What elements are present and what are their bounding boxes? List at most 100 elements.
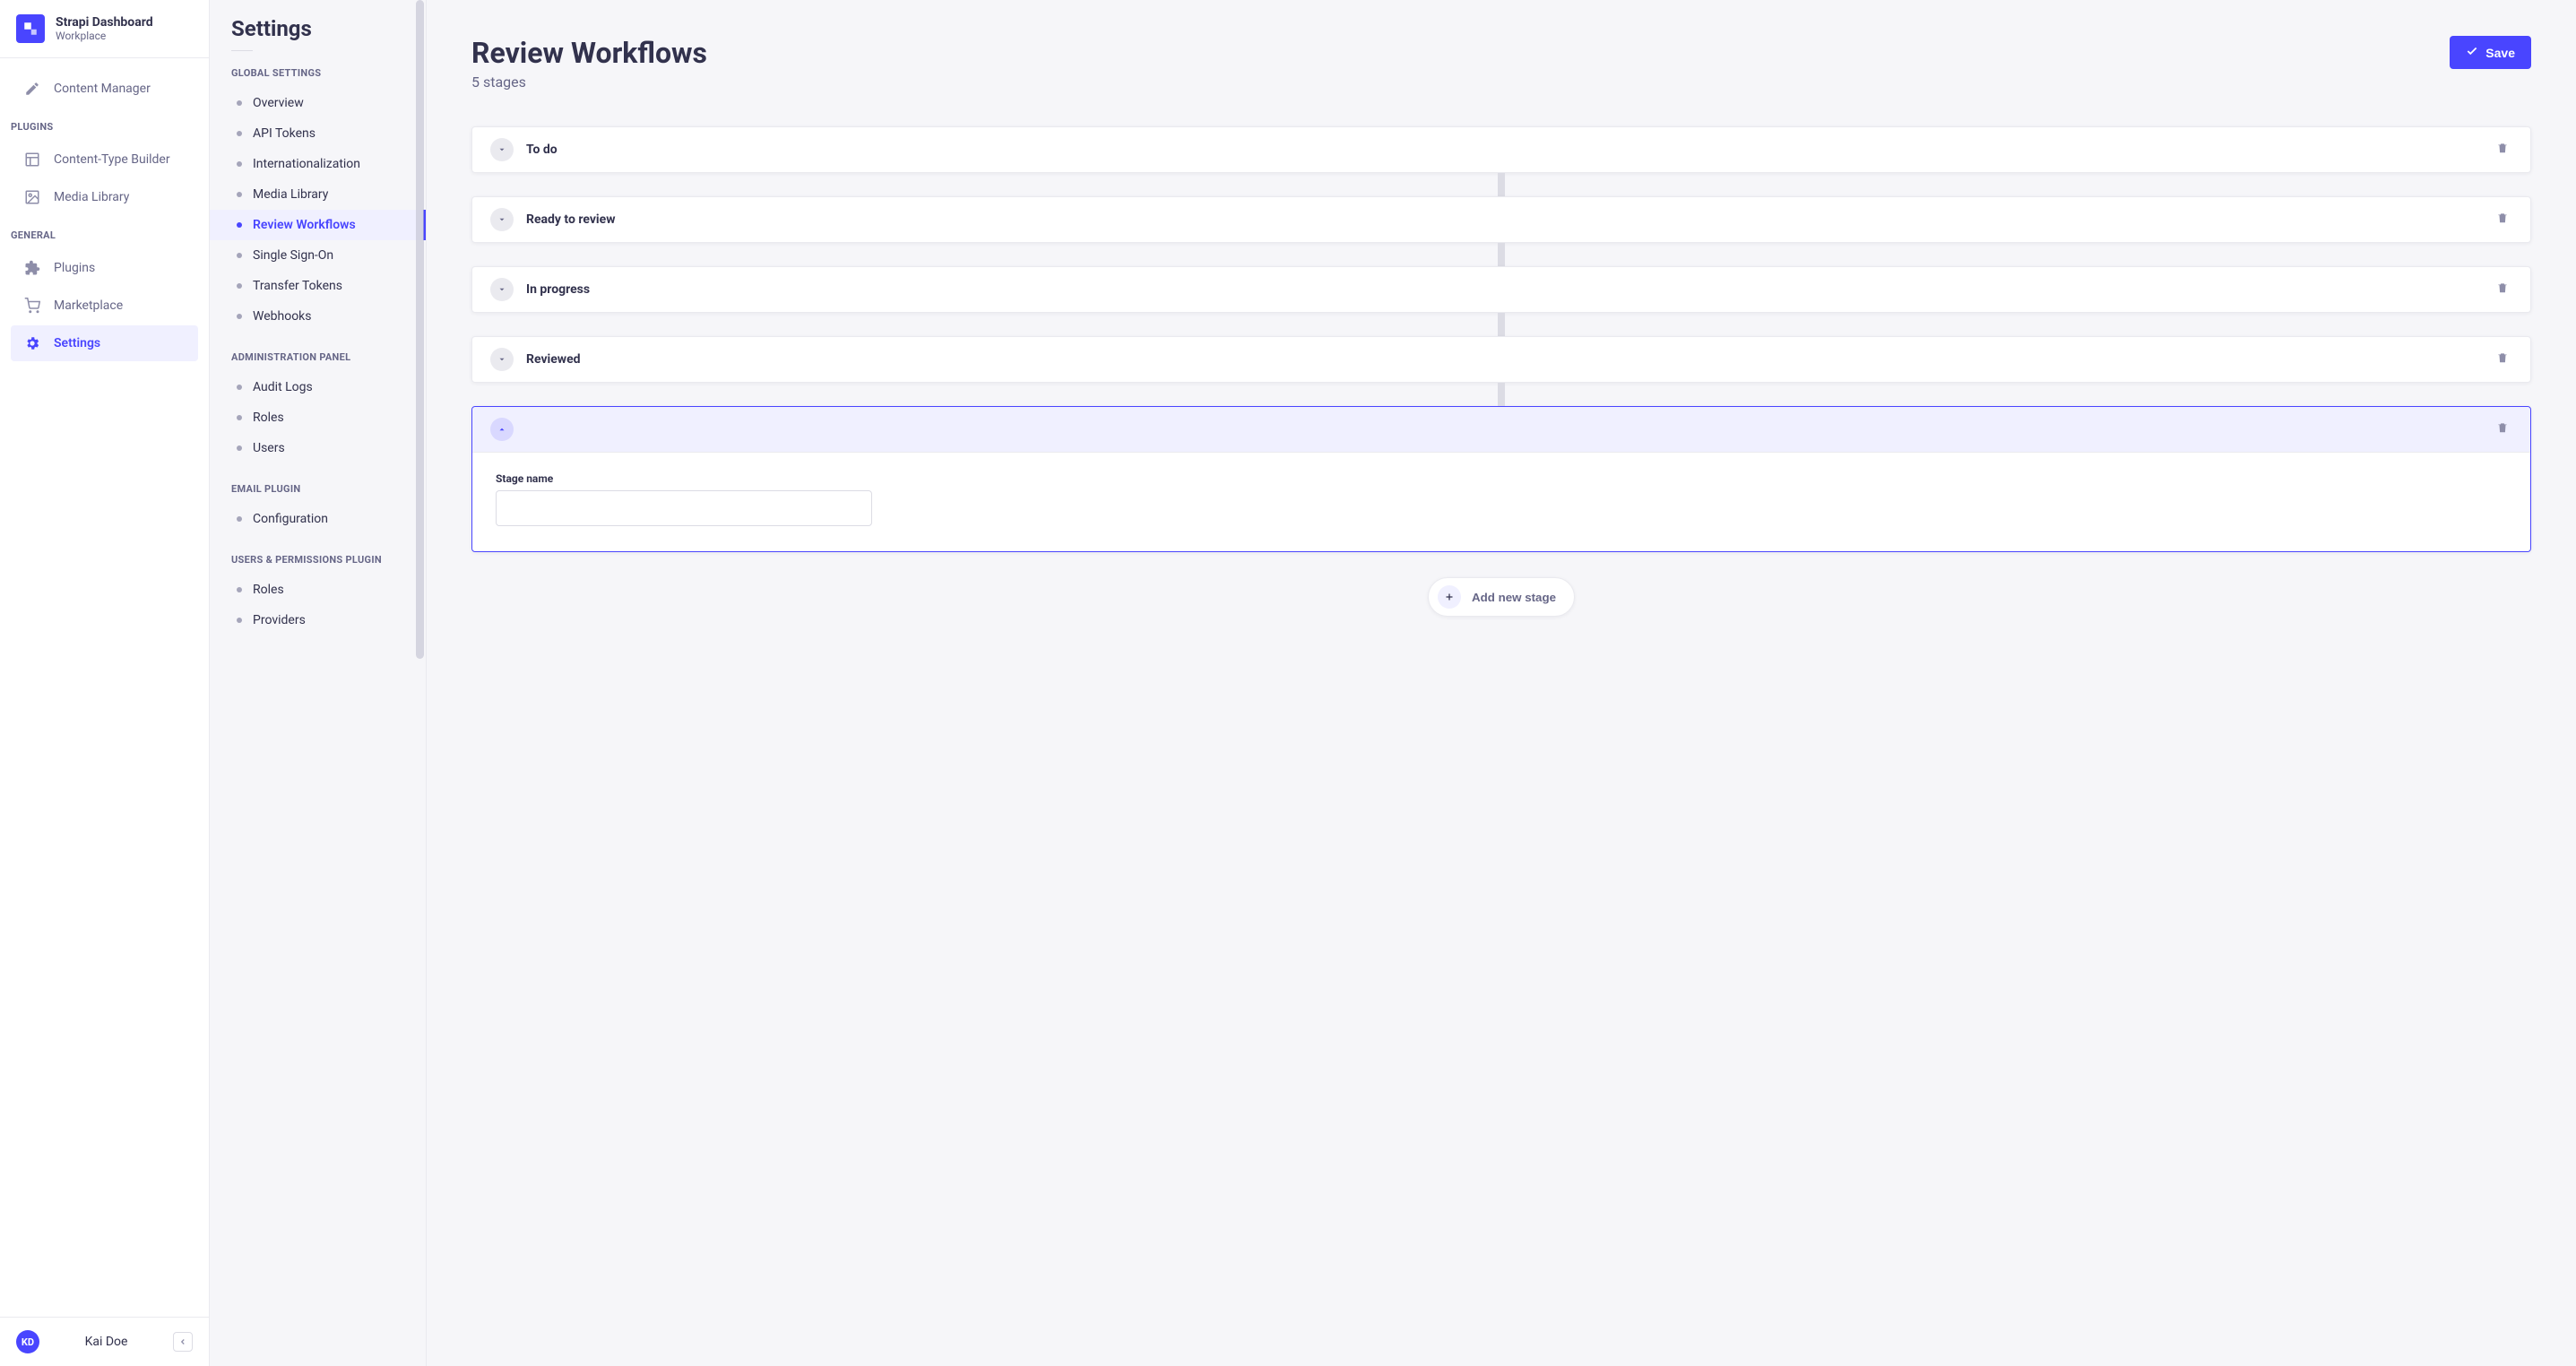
add-stage-button[interactable]: Add new stage [1428, 577, 1575, 617]
stage-card: Reviewed [471, 336, 2531, 383]
bullet-icon [237, 618, 242, 623]
brand-title: Strapi Dashboard [56, 15, 153, 30]
stage-delete-button[interactable] [2493, 418, 2512, 441]
subnav-item-label: API Tokens [253, 126, 316, 141]
subnav-item-api-tokens[interactable]: API Tokens [210, 118, 426, 149]
subnav-item-roles[interactable]: Roles [210, 575, 426, 605]
bullet-icon [237, 516, 242, 522]
user-name: Kai Doe [52, 1335, 160, 1349]
add-stage-label: Add new stage [1472, 591, 1556, 604]
nav-content-manager[interactable]: Content Manager [11, 71, 198, 107]
stage-name-label: To do [526, 143, 2480, 157]
subnav-item-transfer-tokens[interactable]: Transfer Tokens [210, 271, 426, 301]
plus-icon [1438, 585, 1461, 609]
page-title: Review Workflows [471, 36, 707, 70]
section-plugins-label: PLUGINS [0, 108, 209, 140]
subnav-item-users[interactable]: Users [210, 433, 426, 463]
subnav-group-label: ADMINISTRATION PANEL [210, 351, 426, 372]
stage-name-label: In progress [526, 282, 2480, 297]
stage-card: To do [471, 126, 2531, 173]
stage-collapse-toggle[interactable] [490, 418, 514, 441]
save-button-label: Save [2485, 46, 2515, 60]
puzzle-icon [23, 259, 41, 277]
subnav-item-providers[interactable]: Providers [210, 605, 426, 635]
bullet-icon [237, 131, 242, 136]
scrollbar[interactable] [416, 0, 424, 1366]
stage-delete-button[interactable] [2493, 278, 2512, 301]
check-icon [2466, 45, 2478, 60]
subnav-group-label: EMAIL PLUGIN [210, 483, 426, 504]
subnav-item-webhooks[interactable]: Webhooks [210, 301, 426, 332]
subnav-item-label: Overview [253, 96, 304, 110]
subnav-group-label: USERS & PERMISSIONS PLUGIN [210, 554, 426, 575]
collapse-sidebar-button[interactable] [173, 1332, 193, 1352]
subnav-item-single-sign-on[interactable]: Single Sign-On [210, 240, 426, 271]
stage-expand-toggle[interactable] [490, 278, 514, 301]
save-button[interactable]: Save [2450, 36, 2531, 69]
subnav-title: Settings [210, 0, 426, 50]
subnav-item-label: Users [253, 441, 285, 455]
subnav-item-internationalization[interactable]: Internationalization [210, 149, 426, 179]
subnav-item-review-workflows[interactable]: Review Workflows [210, 210, 426, 240]
subnav-item-label: Audit Logs [253, 380, 313, 394]
subnav-item-audit-logs[interactable]: Audit Logs [210, 372, 426, 402]
subnav-item-overview[interactable]: Overview [210, 88, 426, 118]
stage-expand-toggle[interactable] [490, 208, 514, 231]
bullet-icon [237, 587, 242, 592]
subnav-item-label: Internationalization [253, 157, 360, 171]
subnav-item-label: Webhooks [253, 309, 312, 324]
nav-marketplace[interactable]: Marketplace [11, 288, 198, 324]
subnav-item-label: Providers [253, 613, 306, 627]
nav-media-library[interactable]: Media Library [11, 179, 198, 215]
subnav-item-configuration[interactable]: Configuration [210, 504, 426, 534]
stage-card-new: Stage name [471, 406, 2531, 552]
cart-icon [23, 297, 41, 315]
subnav-item-roles[interactable]: Roles [210, 402, 426, 433]
stage-card: In progress [471, 266, 2531, 313]
stage-expand-toggle[interactable] [490, 138, 514, 161]
bullet-icon [237, 100, 242, 106]
nav-plugins[interactable]: Plugins [11, 250, 198, 286]
divider [231, 50, 253, 51]
brand-logo [16, 14, 45, 43]
stage-connector [1498, 243, 1505, 266]
subnav-item-label: Roles [253, 583, 284, 597]
stage-name-field-label: Stage name [496, 472, 2507, 485]
subnav-item-label: Single Sign-On [253, 248, 333, 263]
nav-label: Media Library [54, 190, 129, 204]
stage-delete-button[interactable] [2493, 208, 2512, 231]
bullet-icon [237, 314, 242, 319]
stage-delete-button[interactable] [2493, 348, 2512, 371]
bullet-icon [237, 415, 242, 420]
bullet-icon [237, 253, 242, 258]
bullet-icon [237, 222, 242, 228]
nav-label: Settings [54, 336, 100, 350]
stage-connector [1498, 383, 1505, 406]
subnav-group-label: GLOBAL SETTINGS [210, 67, 426, 88]
subnav-item-label: Transfer Tokens [253, 279, 342, 293]
stage-delete-button[interactable] [2493, 138, 2512, 161]
image-icon [23, 188, 41, 206]
primary-sidebar: Strapi Dashboard Workplace Content Manag… [0, 0, 210, 1366]
subnav-item-media-library[interactable]: Media Library [210, 179, 426, 210]
nav-label: Plugins [54, 261, 95, 275]
bullet-icon [237, 385, 242, 390]
stage-card: Ready to review [471, 196, 2531, 243]
nav-settings[interactable]: Settings [11, 325, 198, 361]
bullet-icon [237, 192, 242, 197]
subnav-item-label: Media Library [253, 187, 328, 202]
stage-name-label: Reviewed [526, 352, 2480, 367]
page-subtitle: 5 stages [471, 73, 707, 91]
stage-name-input[interactable] [496, 490, 872, 526]
layout-icon [23, 151, 41, 169]
stage-expand-toggle[interactable] [490, 348, 514, 371]
avatar[interactable]: KD [16, 1330, 39, 1353]
nav-content-type-builder[interactable]: Content-Type Builder [11, 142, 198, 177]
gear-icon [23, 334, 41, 352]
subnav-item-label: Configuration [253, 512, 328, 526]
nav-label: Content-Type Builder [54, 152, 170, 167]
stage-connector [1498, 313, 1505, 336]
nav-label: Content Manager [54, 82, 151, 96]
stage-connector [1498, 173, 1505, 196]
brand-subtitle: Workplace [56, 30, 153, 42]
